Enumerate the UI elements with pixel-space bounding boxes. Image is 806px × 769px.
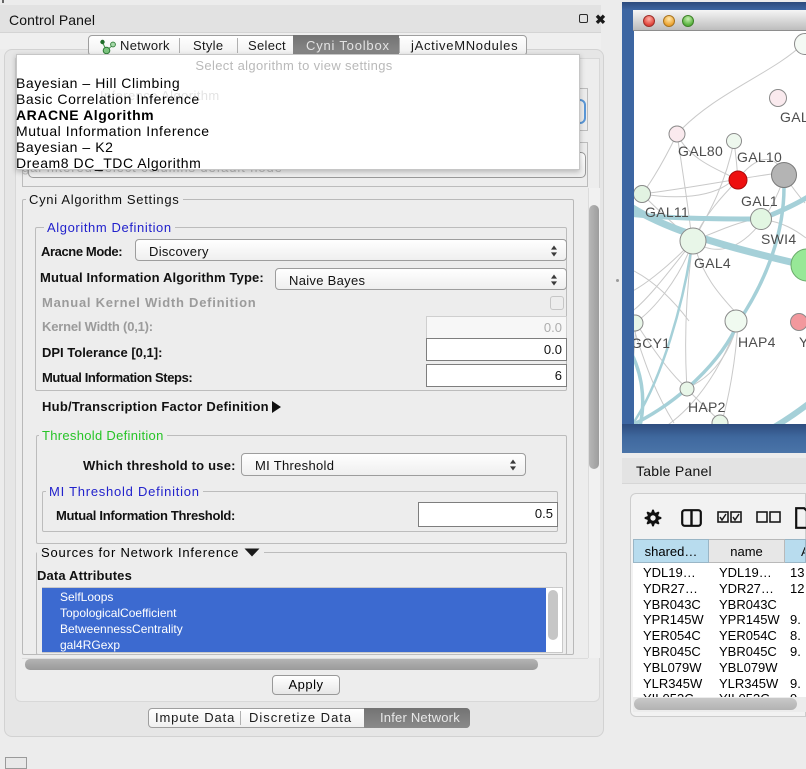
svg-text:GAL: GAL	[780, 109, 806, 125]
svg-text:GAL80: GAL80	[678, 143, 723, 159]
svg-text:GAL4: GAL4	[694, 255, 731, 271]
svg-text:HAP4: HAP4	[738, 334, 776, 350]
svg-text:HAP2: HAP2	[688, 399, 726, 415]
svg-text:GCY1: GCY1	[634, 335, 670, 351]
svg-text:GAL11: GAL11	[645, 204, 689, 220]
svg-text:GAL1: GAL1	[741, 193, 778, 209]
svg-text:GAL10: GAL10	[737, 149, 782, 165]
svg-text:Y: Y	[799, 334, 806, 350]
svg-text:SWI4: SWI4	[761, 231, 796, 247]
